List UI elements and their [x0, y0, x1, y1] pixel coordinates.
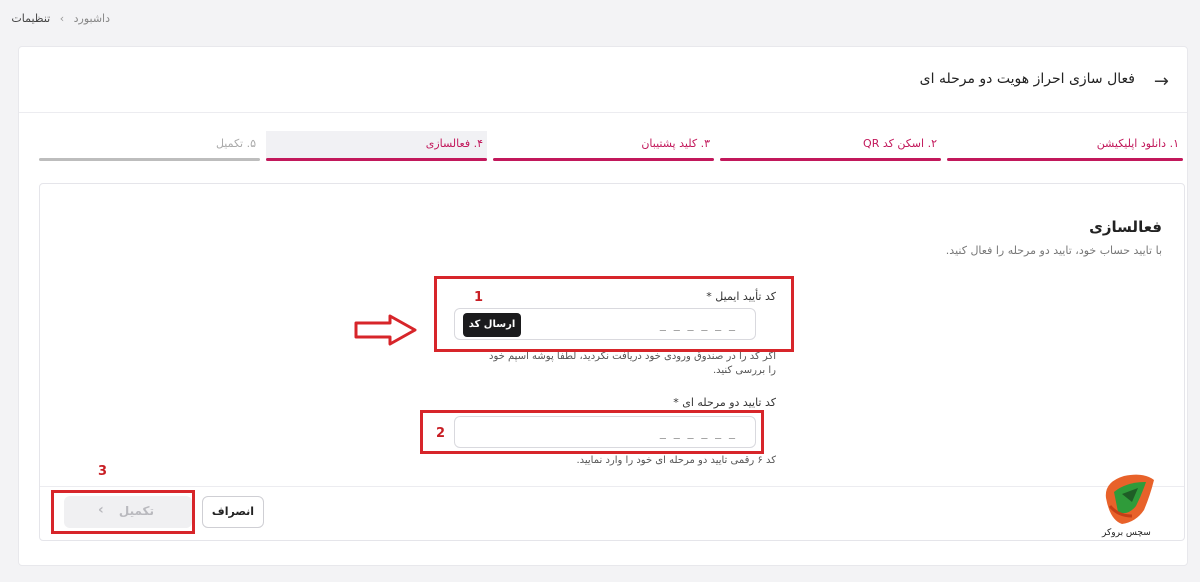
step-activation: ۴. فعالسازی: [266, 131, 487, 161]
annotation-box-2: [420, 410, 764, 454]
page-header: → فعال سازی احراز هویت دو مرحله ای: [19, 47, 1187, 113]
email-code-hint-line1: اگر کد را در صندوق ورودی خود دریافت نکرد…: [489, 351, 776, 362]
page-title: فعال سازی احراز هویت دو مرحله ای: [919, 71, 1135, 87]
twofa-code-hint: کد ۶ رقمی تایید دو مرحله ای خود را وارد …: [576, 455, 776, 466]
step-label: ۵. تکمیل: [215, 137, 256, 150]
annotation-number-3: 3: [98, 464, 108, 479]
step-progress-bar: [493, 158, 714, 161]
step-download-app: ۱. دانلود اپلیکیشن: [947, 131, 1183, 161]
step-label: ۲. اسکن کد QR: [863, 137, 937, 150]
annotation-number-1: 1: [474, 290, 484, 305]
arrow-right-icon[interactable]: →: [1154, 71, 1169, 92]
breadcrumb-settings[interactable]: تنظیمات: [11, 12, 50, 25]
step-progress-bar: [266, 158, 487, 161]
activation-card: فعالسازی با تایید حساب خود، تایید دو مرح…: [39, 183, 1185, 541]
breadcrumb: داشبورد › تنظیمات: [11, 12, 110, 25]
cancel-button[interactable]: انصراف: [202, 496, 264, 528]
stepper: ۱. دانلود اپلیکیشن ۲. اسکن کد QR ۳. کلید…: [39, 131, 1183, 161]
logo-text: سچس بروکر: [1102, 528, 1151, 538]
email-code-hint-line2: را بررسی کنید.: [712, 365, 776, 376]
footer-divider: [40, 486, 1184, 487]
step-progress-bar: [720, 158, 941, 161]
step-backup-key: ۳. کلید پشتیبان: [493, 131, 714, 161]
step-complete: ۵. تکمیل: [39, 131, 260, 161]
email-code-hint: اگر کد را در صندوق ورودی خود دریافت نکرد…: [476, 350, 776, 378]
breadcrumb-separator: ›: [59, 12, 65, 25]
annotation-box-3: [51, 490, 195, 534]
section-subtitle: با تایید حساب خود، تایید دو مرحله را فعا…: [945, 244, 1162, 257]
step-label: ۳. کلید پشتیبان: [641, 137, 710, 150]
step-progress-bar: [39, 158, 260, 161]
annotation-number-2: 2: [436, 426, 446, 441]
step-scan-qr: ۲. اسکن کد QR: [720, 131, 941, 161]
annotation-box-1: [434, 276, 794, 352]
arrow-annotation-icon: [354, 314, 417, 346]
step-label: ۴. فعالسازی: [425, 137, 483, 150]
step-progress-bar: [947, 158, 1183, 161]
step-label: ۱. دانلود اپلیکیشن: [1096, 137, 1179, 150]
breadcrumb-dashboard[interactable]: داشبورد: [74, 12, 110, 25]
twofa-code-label: کد تایید دو مرحله ای *: [673, 396, 776, 409]
section-title: فعالسازی: [1089, 218, 1162, 236]
